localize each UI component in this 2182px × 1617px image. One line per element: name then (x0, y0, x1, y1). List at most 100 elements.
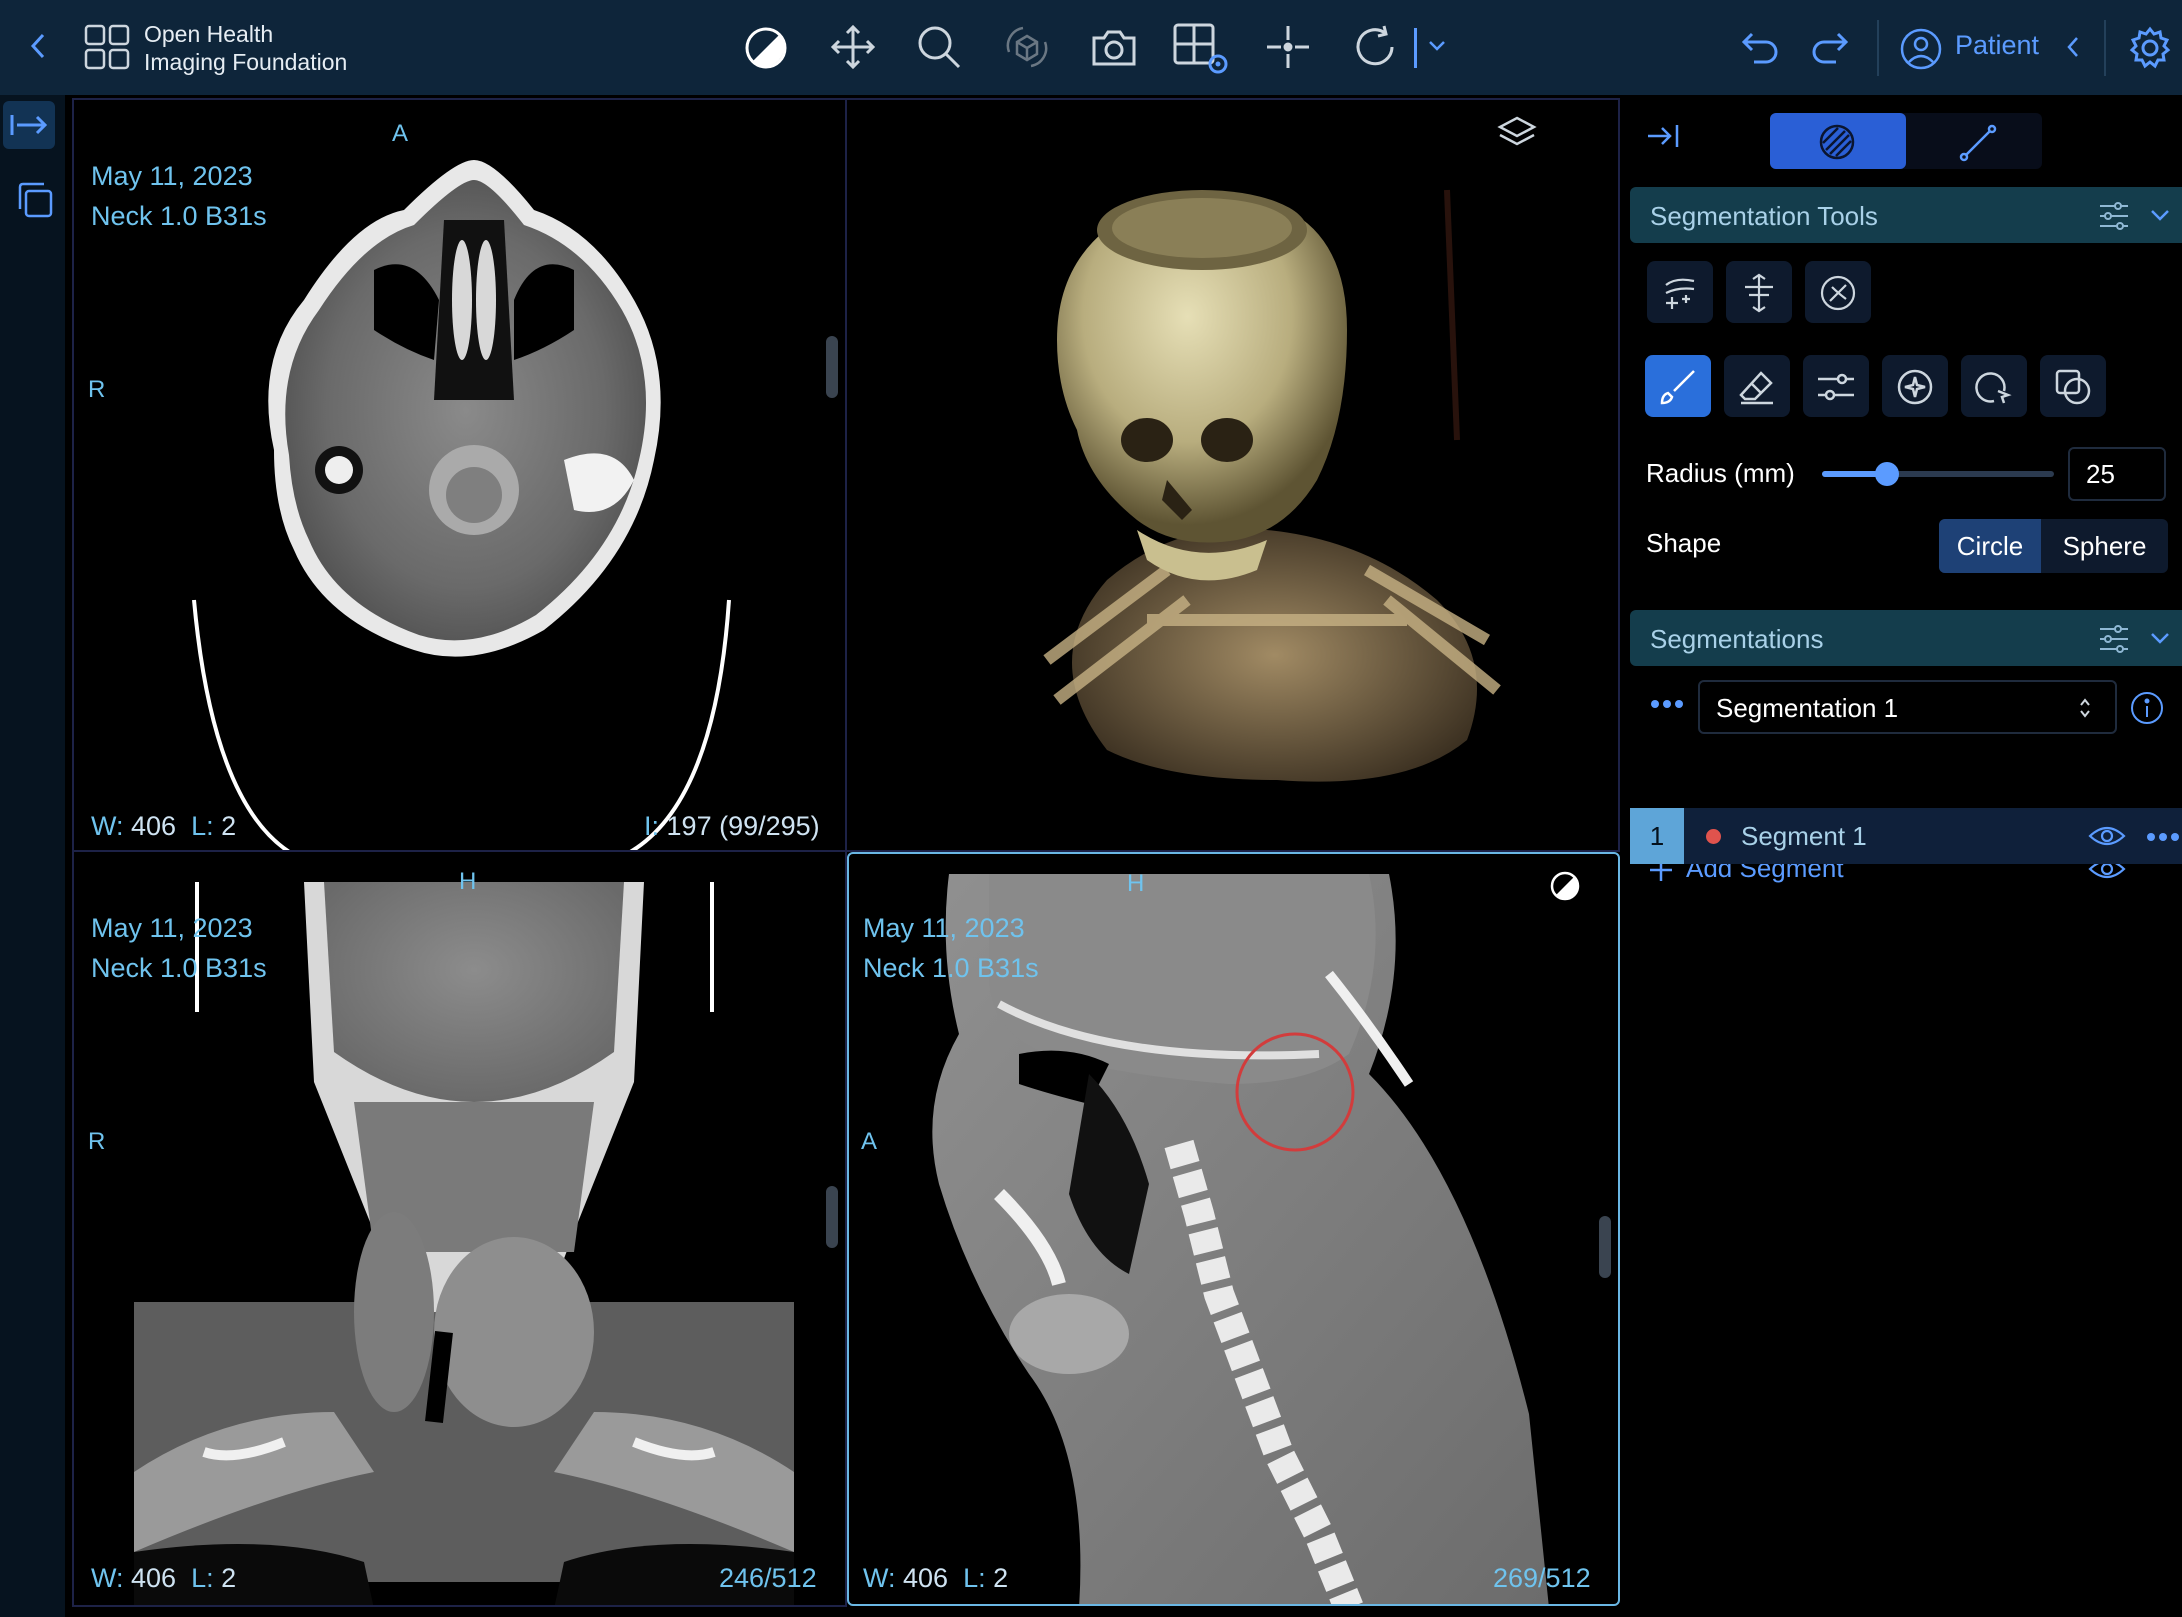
toolbar-divider-3 (2104, 20, 2107, 76)
tab-measurements[interactable] (1958, 123, 1998, 163)
reset-view-icon[interactable] (1352, 24, 1398, 70)
capture-camera-icon[interactable] (1090, 28, 1138, 68)
orientation-top-label: H (459, 868, 477, 895)
interpolate-icon (1665, 278, 1695, 309)
layers-icon[interactable] (1497, 114, 1537, 154)
radius-input[interactable]: 25 (2068, 447, 2166, 501)
w-value: 406 (131, 1563, 177, 1593)
radius-label: Radius (mm) (1646, 458, 1795, 488)
window-level-indicator-icon[interactable] (1549, 870, 1581, 902)
panel-tab-group (1770, 113, 2042, 169)
window-level-icon[interactable] (744, 26, 788, 70)
section-settings-icon[interactable] (2098, 201, 2130, 231)
slider-thumb[interactable] (1874, 462, 1899, 486)
w-value: 406 (903, 1563, 949, 1593)
logo-line-2: Imaging Foundation (144, 49, 348, 75)
more-tools-chevron-icon[interactable] (1428, 40, 1446, 52)
segment-more-icon[interactable] (2146, 832, 2180, 842)
orientation-top-label: H (1127, 870, 1145, 897)
toolbar-divider (1414, 28, 1418, 68)
studies-browser-icon[interactable] (16, 181, 54, 219)
shape-label: Shape (1646, 528, 1722, 558)
eraser-icon (1739, 371, 1773, 405)
threshold-tool-button[interactable] (1803, 355, 1869, 417)
shape-option-sphere[interactable]: Sphere (2041, 519, 2168, 573)
shape-toggle[interactable]: Circle Sphere (1939, 519, 2168, 573)
brush-tool-button[interactable] (1645, 355, 1711, 417)
segmentation-info-icon[interactable] (2130, 691, 2164, 725)
expand-left-panel-button[interactable] (3, 101, 55, 149)
l-label: L: (963, 1563, 986, 1593)
layout-settings-icon[interactable] (1172, 22, 1230, 76)
left-panel-rail (0, 95, 65, 1617)
segment-list-item[interactable]: 1 Segment 1 (1630, 808, 2182, 864)
brush-icon (1660, 370, 1695, 405)
w-value: 406 (131, 811, 177, 841)
l-value: 2 (221, 811, 237, 841)
axial-scrollbar[interactable] (826, 336, 838, 398)
patient-chevron-icon[interactable] (2066, 36, 2080, 58)
slice-readout: 269/512 (1493, 1563, 1591, 1593)
l-label: L: (191, 1563, 214, 1593)
w-label: W: (91, 811, 124, 841)
orientation-left-label: R (88, 1128, 106, 1155)
viewport-axial[interactable]: A R May 11, 2023 Neck 1.0 B31s W: 406 L:… (72, 98, 847, 852)
viewport-sagittal[interactable]: H A May 11, 2023 Neck 1.0 B31s W: 406 L:… (847, 852, 1620, 1606)
section-title: Segmentation Tools (1650, 201, 1878, 231)
slice-readout: 246/512 (719, 1563, 817, 1593)
back-chevron-icon[interactable] (30, 32, 46, 60)
rotate-3d-icon[interactable] (1003, 22, 1051, 72)
segmentation-tools-header[interactable]: Segmentation Tools (1630, 187, 2182, 243)
shapes-tool-button[interactable] (2040, 355, 2106, 417)
series-description: Neck 1.0 B31s (91, 201, 267, 231)
viewport-coronal[interactable]: H R May 11, 2023 Neck 1.0 B31s W: 406 L:… (72, 850, 847, 1607)
viewport-3d-volume[interactable] (845, 98, 1620, 852)
instance-readout: I: 197 (99/295) (644, 806, 820, 846)
section-title: Segmentations (1650, 624, 1824, 654)
series-description: Neck 1.0 B31s (863, 953, 1039, 983)
segmentations-header[interactable]: Segmentations (1630, 610, 2182, 666)
shapes-icon (2055, 369, 2091, 405)
remove-small-islands-button[interactable] (1805, 261, 1871, 323)
crosshairs-icon[interactable] (1265, 24, 1311, 70)
redo-icon[interactable] (1810, 28, 1850, 68)
segmentation-select[interactable]: Segmentation 1 (1698, 680, 2117, 734)
volume-rendering-image (1043, 189, 1501, 782)
segment-visibility-eye-icon[interactable] (2088, 824, 2126, 848)
logo-line-1: Open Health (144, 21, 274, 47)
section-chevron-down-icon[interactable] (2150, 209, 2170, 221)
study-date: May 11, 2023 (863, 913, 1025, 943)
segmentation-more-icon[interactable] (1650, 699, 1684, 709)
coronal-scrollbar[interactable] (826, 1186, 838, 1248)
zoom-icon[interactable] (916, 24, 962, 70)
section-chevron-down-icon[interactable] (2150, 632, 2170, 644)
series-description: Neck 1.0 B31s (91, 953, 267, 983)
segment-bidirectional-button[interactable] (1726, 261, 1792, 323)
l-value: 2 (221, 1563, 237, 1593)
patient-avatar-icon[interactable] (1900, 28, 1942, 70)
section-settings-icon[interactable] (2098, 624, 2130, 654)
undo-icon[interactable] (1740, 28, 1780, 68)
measurement-ruler-icon (1959, 124, 1997, 162)
layout-grid-icon[interactable] (84, 24, 130, 70)
interpolate-labelmap-button[interactable] (1647, 261, 1713, 323)
segment-color-dot[interactable] (1706, 829, 1721, 844)
pan-move-icon[interactable] (830, 24, 876, 70)
settings-gear-icon[interactable] (2128, 26, 2172, 70)
bidirectional-icon (1745, 273, 1773, 313)
shape-option-circle[interactable]: Circle (1939, 519, 2041, 573)
study-date: May 11, 2023 (91, 161, 253, 191)
scissors-tool-button[interactable] (1961, 355, 2027, 417)
eraser-tool-button[interactable] (1724, 355, 1790, 417)
app-logo: Open Health Imaging Foundation (144, 20, 347, 76)
lasso-icon (1975, 372, 2012, 404)
patient-label[interactable]: Patient (1955, 30, 2039, 61)
marker-tool-button[interactable] (1882, 355, 1948, 417)
collapse-right-panel-icon[interactable] (1646, 123, 1680, 149)
window-level-readout: W: 406 L: 2 (91, 806, 236, 846)
l-label: L: (191, 811, 214, 841)
sagittal-scrollbar[interactable] (1599, 1216, 1611, 1278)
segment-name: Segment 1 (1741, 821, 1867, 851)
islands-icon (1820, 275, 1856, 311)
tab-segmentation[interactable] (1770, 113, 1906, 169)
